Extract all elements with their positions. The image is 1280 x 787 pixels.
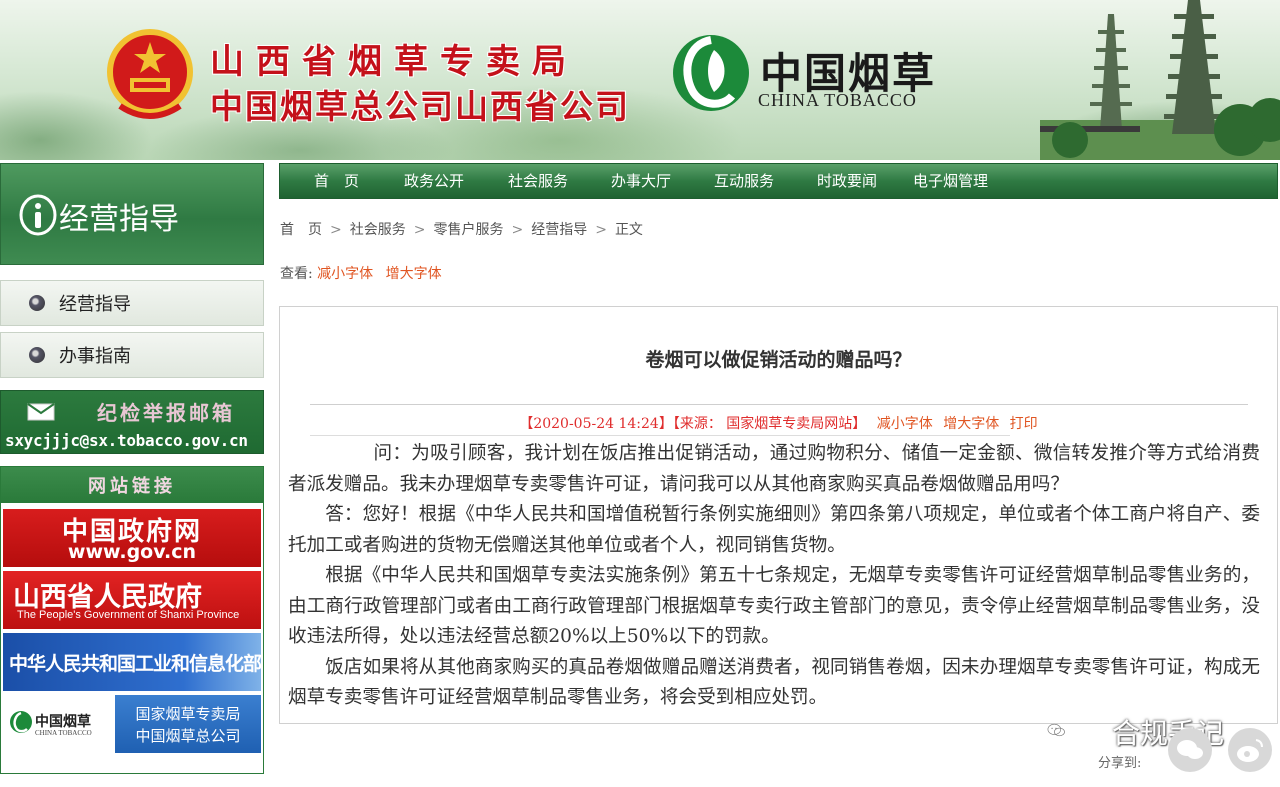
sidebar-section-header: 经营指导 — [0, 163, 264, 265]
article-paragraph: 根据《中华人民共和国烟草专卖法实施条例》第五十七条规定，无烟草专卖零售许可证经营… — [288, 565, 1260, 647]
link-state-tobacco[interactable]: 中国烟草 CHINA TOBACCO 国家烟草专卖局 中国烟草总公司 — [3, 695, 261, 753]
report-mailbox-title: 纪检举报邮箱 — [97, 401, 235, 425]
link-miit-title: 中华人民共和国工业和信息化部 — [9, 653, 261, 675]
article-container: 卷烟可以做促销活动的赠品吗？ 【2020-05-24 14:24】【来源： 国家… — [279, 306, 1278, 724]
sidebar-item-label: 经营指导 — [59, 294, 131, 315]
link-china-gov-url: www.gov.cn — [67, 541, 197, 563]
link-shanxi-gov-subtitle: The People's Government of Shanxi Provin… — [17, 609, 240, 621]
report-mailbox-email: sxycjjjc@sx.tobacco.gov.cn — [5, 431, 248, 450]
breadcrumb-home[interactable]: 首 页 — [280, 222, 322, 238]
nav-item-service-hall[interactable]: 办事大厅 — [611, 170, 671, 191]
site-banner: 山西省烟草专卖局 中国烟草总公司山西省公司 中国烟草 CHINA TOBACCO — [0, 0, 1280, 160]
wechat-watermark-icon — [1047, 723, 1065, 737]
link-state-tobacco-logo-en: CHINA TOBACCO — [35, 729, 92, 737]
link-miit[interactable]: 中华人民共和国工业和信息化部 — [3, 633, 261, 691]
breadcrumb-separator: > — [330, 222, 342, 238]
bullet-icon — [29, 295, 45, 311]
wechat-icon — [1177, 740, 1203, 759]
link-state-tobacco-logo-cn: 中国烟草 — [35, 714, 91, 730]
increase-font-link[interactable]: 增大字体 — [386, 266, 442, 282]
nav-item-news[interactable]: 时政要闻 — [817, 170, 877, 191]
sidebar-header-title: 经营指导 — [59, 202, 179, 237]
info-leaf-icon — [19, 194, 57, 236]
breadcrumb-separator: > — [511, 222, 524, 238]
nav-item-e-cigarette[interactable]: 电子烟管理 — [913, 170, 988, 191]
sidebar-item-label: 办事指南 — [59, 346, 131, 367]
article-date: 【2020-05-24 14:24】【来源： — [519, 416, 722, 432]
link-state-tobacco-text: 国家烟草专卖局 中国烟草总公司 — [115, 695, 261, 753]
article-source: 国家烟草专卖局网站 — [721, 416, 853, 432]
breadcrumb-business-guidance[interactable]: 经营指导 — [531, 222, 587, 238]
article-paragraph: 问：为吸引顾客，我计划在饭店推出促销活动，通过购物积分、储值一定金额、微信转发推… — [288, 443, 1260, 495]
breadcrumb-separator: > — [413, 222, 426, 238]
nav-item-government[interactable]: 政务公开 — [404, 170, 464, 191]
share-weibo-button[interactable] — [1228, 728, 1272, 772]
website-links-header: 网站链接 — [1, 467, 263, 503]
link-state-tobacco-logo: 中国烟草 CHINA TOBACCO — [3, 695, 115, 753]
website-links-title: 网站链接 — [88, 476, 176, 497]
report-mailbox-banner[interactable]: 纪检举报邮箱 sxycjjjc@sx.tobacco.gov.cn — [0, 390, 264, 454]
website-links-panel: 网站链接 中国政府网 www.gov.cn 山西省人民政府 The People… — [0, 466, 264, 774]
font-size-tools: 查看: 减小字体 增大字体 — [280, 263, 450, 283]
main-nav-bar: 首 页 政务公开 社会服务 办事大厅 互动服务 时政要闻 电子烟管理 — [279, 163, 1278, 199]
breadcrumb-current: 正文 — [614, 222, 643, 238]
breadcrumb-retailer-service[interactable]: 零售户服务 — [433, 222, 503, 238]
nav-item-interaction[interactable]: 互动服务 — [714, 170, 774, 191]
share-label: 分享到: — [1098, 756, 1142, 771]
china-tobacco-logo-icon — [673, 35, 749, 111]
china-tobacco-logo-en: CHINA TOBACCO — [758, 90, 917, 110]
link-state-tobacco-line2: 中国烟草总公司 — [135, 727, 241, 745]
share-wechat-button[interactable] — [1168, 728, 1212, 772]
bullet-icon — [29, 347, 45, 363]
article-divider — [310, 435, 1010, 436]
mail-icon — [27, 403, 55, 421]
breadcrumb-separator: > — [595, 222, 607, 238]
article-meta-close: 】 — [852, 416, 867, 432]
breadcrumb-social-service[interactable]: 社会服务 — [350, 222, 406, 238]
article-title: 卷烟可以做促销活动的赠品吗？ — [645, 349, 912, 371]
sidebar-item-business-guidance[interactable]: 经营指导 — [0, 280, 264, 326]
article-divider — [310, 404, 1248, 405]
breadcrumb: 首 页 > 社会服务 > 零售户服务 > 经营指导 > 正文 — [280, 219, 643, 239]
weibo-icon — [1237, 739, 1263, 762]
article-meta: 【2020-05-24 14:24】【来源： 国家烟草专卖局网站】 减小字体 增… — [280, 413, 1277, 433]
china-tobacco-logo-icon — [10, 711, 32, 733]
national-emblem-icon — [107, 29, 193, 119]
link-state-tobacco-line1: 国家烟草专卖局 — [135, 705, 241, 723]
article-decrease-font-link[interactable]: 减小字体 — [877, 416, 933, 432]
article-paragraph: 饭店如果将从其他商家购买的真品卷烟做赠品赠送消费者，视同销售卷烟，因未办理烟草专… — [288, 656, 1260, 709]
article-print-link[interactable]: 打印 — [1010, 416, 1038, 432]
nav-item-home[interactable]: 首 页 — [314, 170, 359, 191]
link-shanxi-gov[interactable]: 山西省人民政府 The People's Government of Shanx… — [3, 571, 261, 629]
banner-title-line2: 中国烟草总公司山西省公司 — [210, 87, 630, 126]
link-china-gov[interactable]: 中国政府网 www.gov.cn — [3, 509, 261, 567]
article-body: 问：为吸引顾客，我计划在饭店推出促销活动，通过购物积分、储值一定金额、微信转发推… — [288, 439, 1260, 714]
sidebar-item-service-guide[interactable]: 办事指南 — [0, 332, 264, 378]
font-tools-prefix: 查看: — [280, 266, 313, 282]
banner-title-line1: 山西省烟草专卖局 — [210, 42, 578, 82]
decrease-font-link[interactable]: 减小字体 — [317, 266, 373, 282]
article-increase-font-link[interactable]: 增大字体 — [943, 416, 999, 432]
nav-item-social-service[interactable]: 社会服务 — [508, 170, 568, 191]
article-paragraph: 答：您好！根据《中华人民共和国增值税暂行条例实施细则》第四条第八项规定，单位或者… — [288, 504, 1260, 556]
twin-pagodas-image — [1040, 0, 1280, 160]
